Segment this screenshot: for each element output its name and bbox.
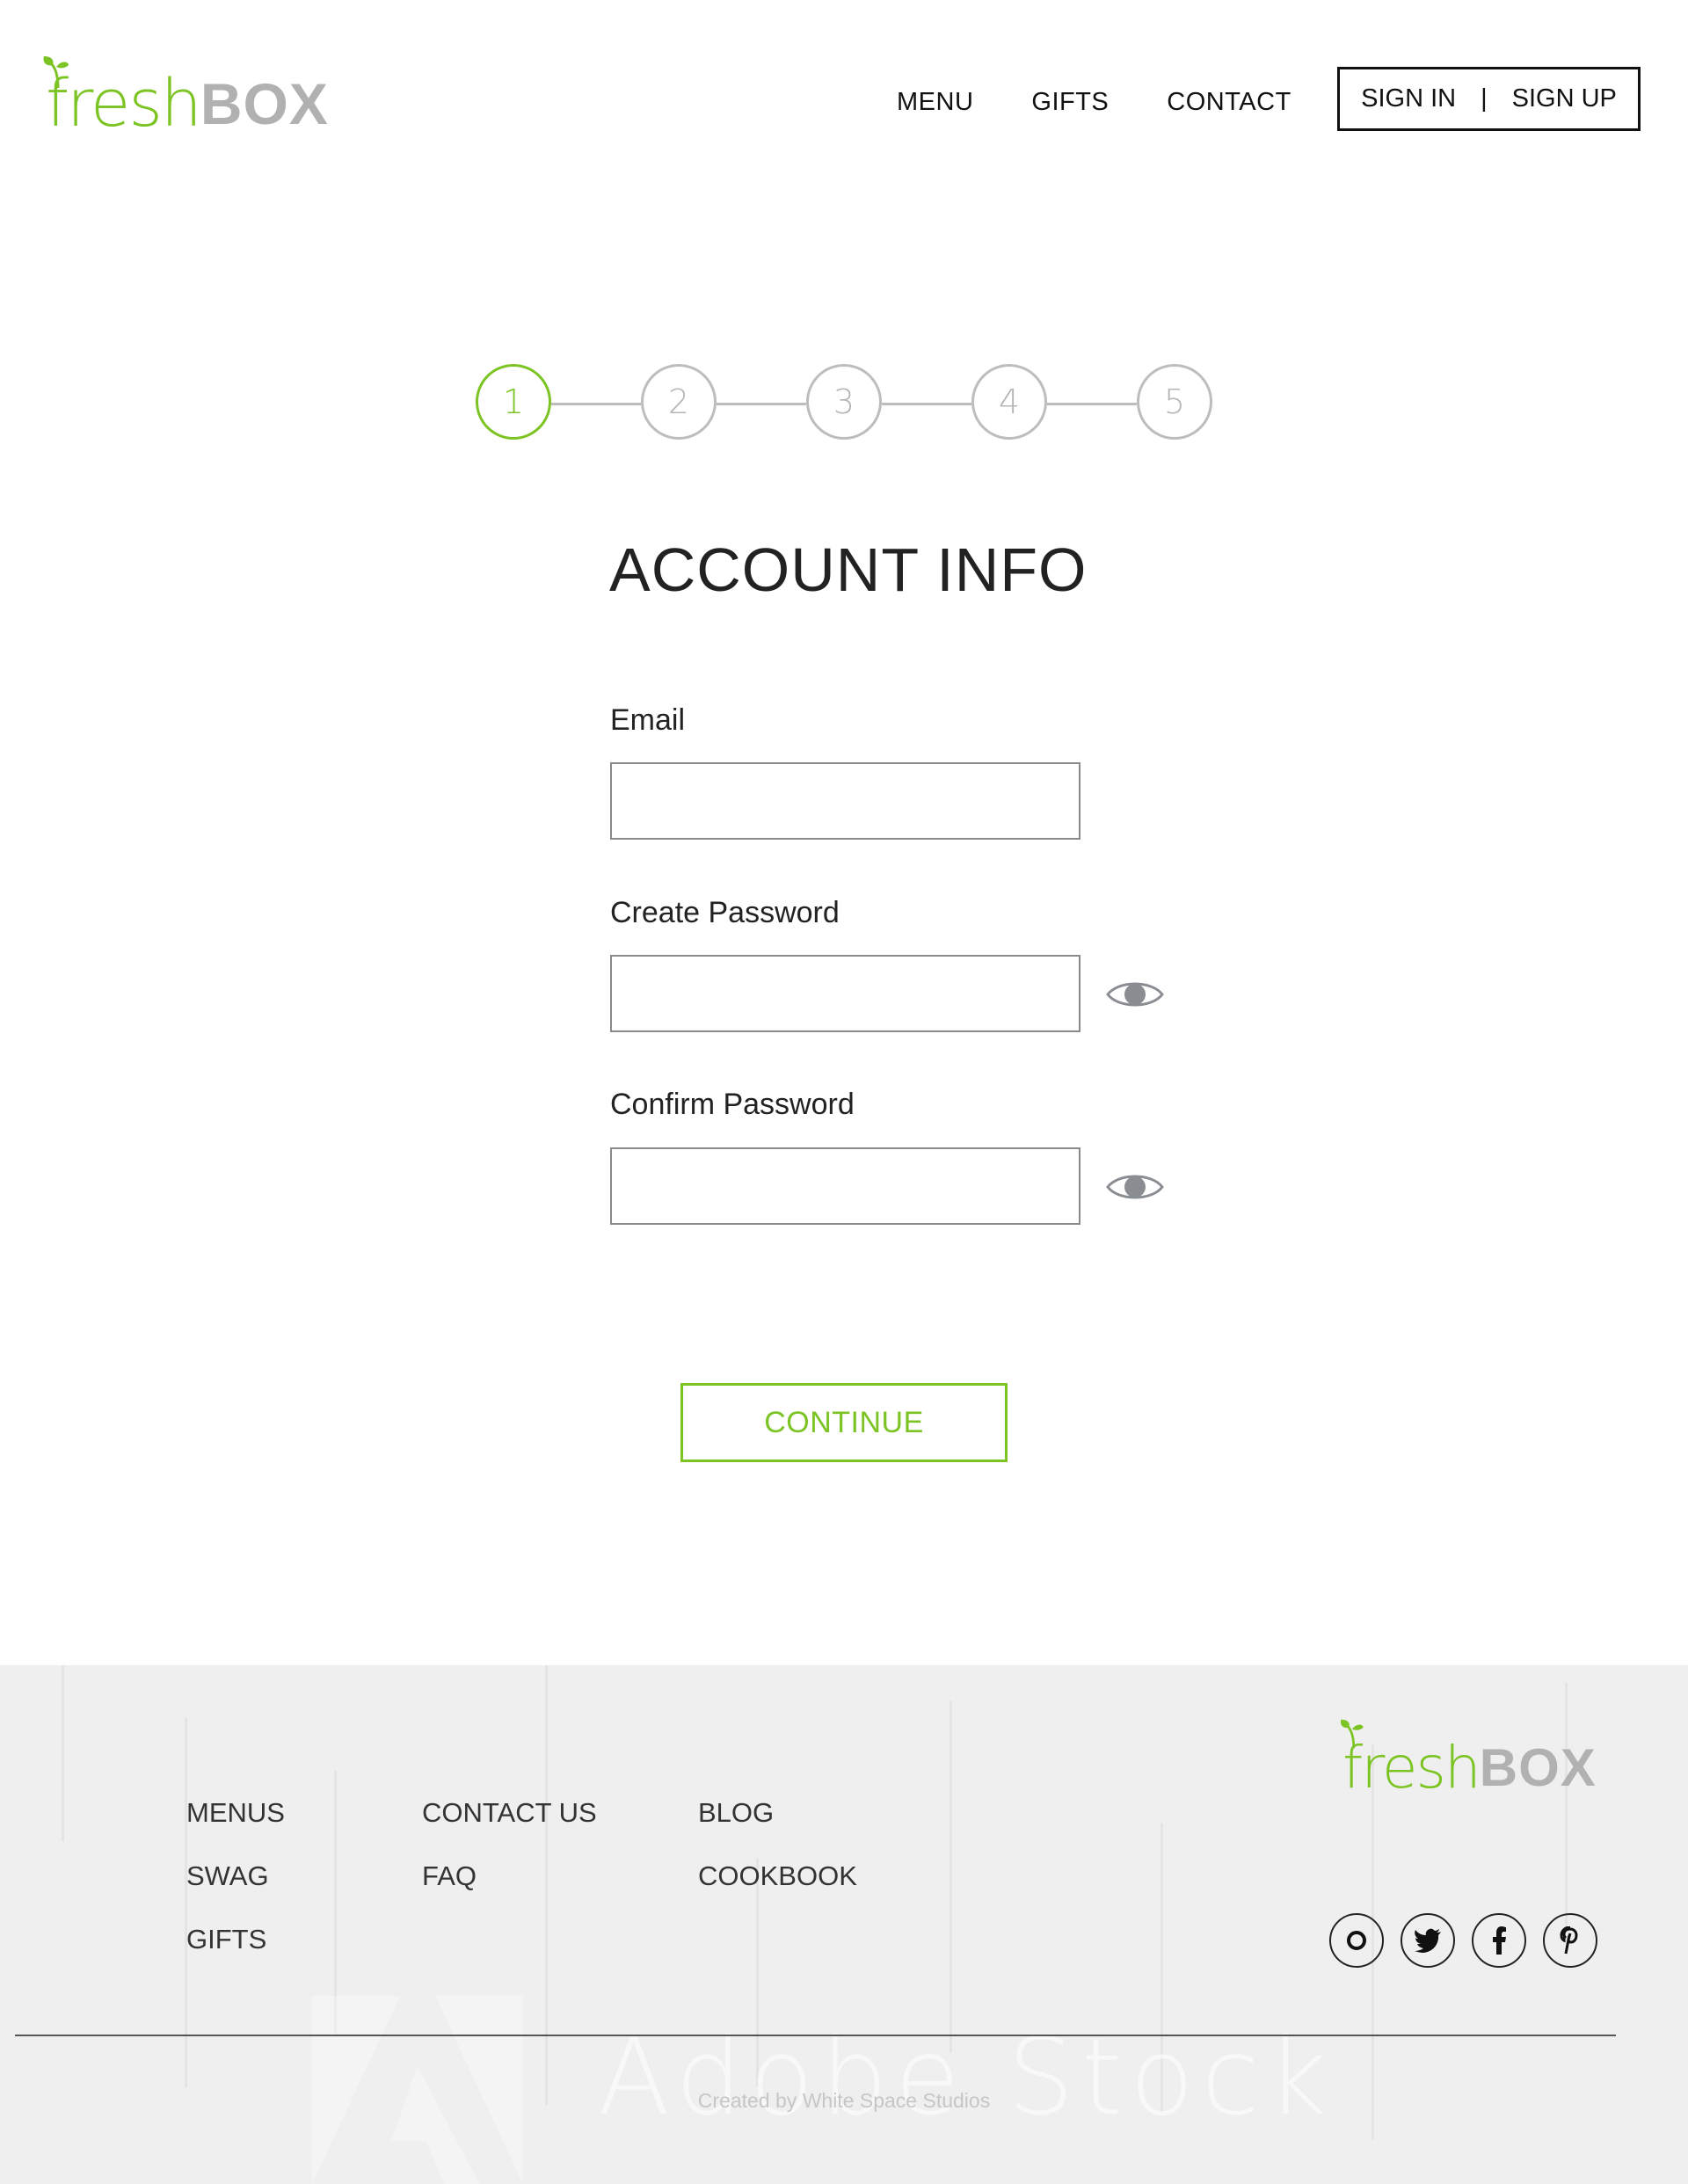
nav-gifts[interactable]: GIFTS	[1031, 88, 1109, 117]
step-connector	[882, 403, 971, 405]
page-title: ACCOUNT INFO	[609, 535, 1088, 604]
create-password-label: Create Password	[610, 896, 840, 929]
footer-link-faq[interactable]: FAQ	[422, 1862, 597, 1890]
footer-link-gifts[interactable]: GIFTS	[186, 1926, 285, 1954]
wood-grain	[1565, 1683, 1568, 1929]
wood-grain	[334, 1771, 337, 2035]
create-password-field[interactable]	[610, 955, 1080, 1032]
facebook-icon[interactable]	[1472, 1913, 1526, 1968]
step-connector	[1047, 403, 1137, 405]
footer-link-contact-us[interactable]: CONTACT US	[422, 1799, 597, 1827]
step-4: 4	[971, 364, 1047, 440]
step-5: 5	[1137, 364, 1212, 440]
footer-credit: Created by White Space Studios	[697, 2089, 991, 2112]
auth-box: SIGN IN | SIGN UP	[1337, 67, 1641, 131]
sign-up-link[interactable]: SIGN UP	[1512, 84, 1617, 113]
footer-column-1: MENUS SWAG GIFTS	[186, 1799, 285, 1989]
nav-contact[interactable]: CONTACT	[1167, 88, 1291, 117]
sign-in-link[interactable]: SIGN IN	[1361, 84, 1456, 113]
footer-link-swag[interactable]: SWAG	[186, 1862, 285, 1890]
email-field[interactable]	[610, 762, 1080, 840]
footer-divider	[15, 2035, 1616, 2036]
main-nav: MENU GIFTS CONTACT	[897, 88, 1350, 117]
wood-grain	[62, 1665, 64, 1841]
continue-button[interactable]: CONTINUE	[680, 1383, 1008, 1462]
brand-name-box: BOX	[200, 71, 329, 136]
footer-brand-name-box: BOX	[1479, 1738, 1597, 1797]
pinterest-icon[interactable]	[1543, 1913, 1597, 1968]
nav-menu[interactable]: MENU	[897, 88, 973, 117]
instagram-icon[interactable]	[1329, 1913, 1384, 1968]
footer-column-3: BLOG COOKBOOK	[698, 1799, 857, 1926]
footer: Adobe Stock MENUS SWAG GIFTS CONTACT US …	[0, 1665, 1688, 2184]
show-confirm-password-eye-icon[interactable]	[1106, 1169, 1164, 1205]
brand-logo[interactable]: fresh BOX	[43, 56, 329, 139]
progress-stepper: 1 2 3 4 5	[476, 364, 1212, 441]
leaf-icon	[1340, 1719, 1364, 1749]
email-label: Email	[610, 703, 686, 737]
footer-link-cookbook[interactable]: COOKBOOK	[698, 1862, 857, 1890]
step-connector	[717, 403, 806, 405]
footer-link-menus[interactable]: MENUS	[186, 1799, 285, 1827]
step-2: 2	[641, 364, 717, 440]
wood-grain	[950, 1700, 952, 2052]
step-1: 1	[476, 364, 551, 440]
step-3: 3	[806, 364, 882, 440]
leaf-icon	[43, 56, 69, 89]
confirm-password-label: Confirm Password	[610, 1088, 855, 1121]
show-password-eye-icon[interactable]	[1106, 977, 1164, 1012]
auth-separator: |	[1481, 84, 1488, 113]
step-connector	[551, 403, 641, 405]
footer-brand-logo[interactable]: fresh BOX	[1340, 1719, 1597, 1801]
footer-link-blog[interactable]: BLOG	[698, 1799, 857, 1827]
twitter-icon[interactable]	[1401, 1913, 1455, 1968]
social-links	[1329, 1913, 1614, 1968]
footer-column-2: CONTACT US FAQ	[422, 1799, 597, 1926]
confirm-password-field[interactable]	[610, 1147, 1080, 1225]
